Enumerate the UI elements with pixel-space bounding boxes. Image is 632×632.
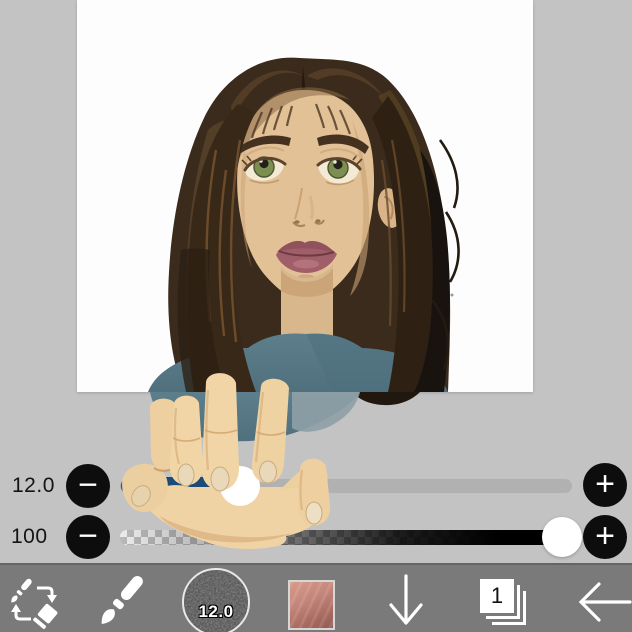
artwork-overflow-group (150, 392, 420, 441)
layers-icon[interactable]: 1 (480, 579, 528, 627)
color-swatch[interactable] (288, 580, 335, 630)
drawing-canvas[interactable] (77, 0, 533, 392)
brush-eraser-swap-icon[interactable] (6, 574, 62, 632)
opacity-value: 100 (11, 525, 48, 549)
opacity-plus-button[interactable]: + (583, 515, 627, 559)
brush-tool-icon[interactable] (92, 570, 150, 632)
back-arrow-icon[interactable] (574, 579, 632, 625)
brush-size-slider-fill (121, 477, 245, 495)
app-screen: 12.0 − + 100 − + (0, 0, 632, 632)
brush-size-plus-button[interactable]: + (583, 463, 627, 507)
brush-preview-circle[interactable]: 12.0 (182, 568, 250, 632)
hand-group (122, 373, 330, 549)
brush-size-minus-button[interactable]: − (66, 464, 110, 508)
layers-count-badge: 1 (480, 579, 514, 613)
opacity-minus-button[interactable]: − (66, 515, 110, 559)
opacity-slider-thumb[interactable] (542, 517, 582, 557)
brush-texture (184, 570, 248, 632)
down-arrow-icon[interactable] (386, 573, 426, 629)
brush-size-value: 12.0 (12, 474, 55, 498)
bottom-toolbar: 12.0 1 (0, 563, 632, 632)
brush-preview-size: 12.0 (184, 602, 248, 622)
opacity-slider-track[interactable] (120, 530, 572, 545)
